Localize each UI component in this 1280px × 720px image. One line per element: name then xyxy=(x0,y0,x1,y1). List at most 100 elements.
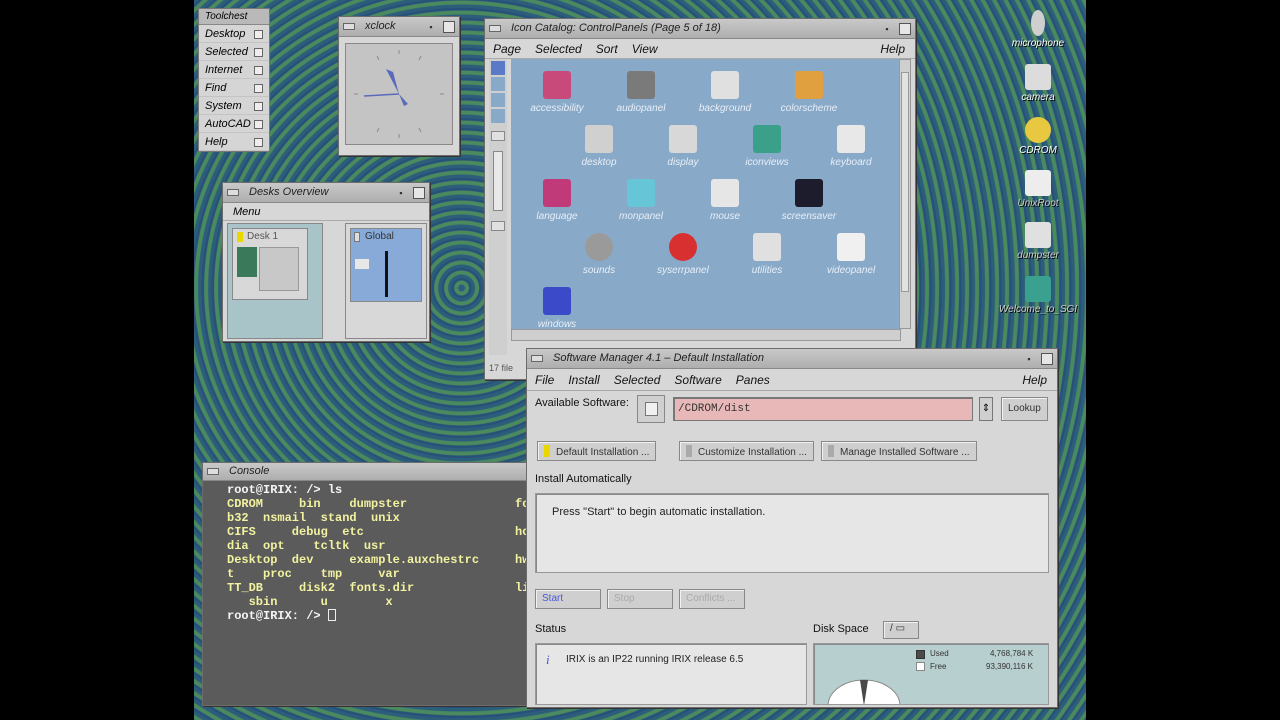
disk-space-heading: Disk Space xyxy=(813,623,869,635)
desktop-icon-cdrom[interactable]: CDROM xyxy=(998,117,1078,156)
icon-screensaver[interactable]: screensaver xyxy=(769,179,849,222)
desks-titlebar[interactable]: Desks Overview ▪ xyxy=(223,183,429,203)
keyboard-icon xyxy=(837,125,865,153)
menu-software[interactable]: Software xyxy=(674,373,721,387)
toolchest-item-internet[interactable]: Internet xyxy=(199,61,269,79)
menu-help[interactable]: Help xyxy=(880,42,905,56)
icon-iconviews[interactable]: iconviews xyxy=(727,125,807,168)
global-mini-window xyxy=(385,251,388,297)
menu-selected[interactable]: Selected xyxy=(614,373,661,387)
toolchest-item-find[interactable]: Find xyxy=(199,79,269,97)
default-installation-tab[interactable]: Default Installation ... xyxy=(537,441,657,461)
icon-desktop[interactable]: desktop xyxy=(559,125,639,168)
icon-language[interactable]: language xyxy=(517,179,597,222)
icon-videopanel[interactable]: videopanel xyxy=(811,233,891,276)
icon-label: syserrpanel xyxy=(657,265,709,276)
folder-browse-button[interactable] xyxy=(637,395,665,423)
icon-syserrpanel[interactable]: syserrpanel xyxy=(643,233,723,276)
lookup-button[interactable]: Lookup xyxy=(1001,397,1048,421)
maximize-button[interactable] xyxy=(413,187,425,199)
minimize-button[interactable]: ▪ xyxy=(425,21,437,33)
window-menu-button[interactable] xyxy=(489,25,501,32)
source-history-button[interactable]: ⇕ xyxy=(979,397,993,421)
zoom-button[interactable] xyxy=(491,131,505,141)
icon-monpanel[interactable]: monpanel xyxy=(601,179,681,222)
zoom-slider[interactable] xyxy=(493,151,503,211)
console-titlebar[interactable]: Console xyxy=(203,463,531,481)
toolchest-item-system[interactable]: System xyxy=(199,97,269,115)
desktop-icon-dumpster[interactable]: dumpster xyxy=(998,222,1078,261)
icon-utilities[interactable]: utilities xyxy=(727,233,807,276)
iconviews-icon xyxy=(753,125,781,153)
maximize-button[interactable] xyxy=(899,23,911,35)
desk-1-area[interactable]: Desk 1 xyxy=(227,223,323,339)
menu-file[interactable]: File xyxy=(535,373,554,387)
conflicts-button[interactable]: Conflicts ... xyxy=(679,589,745,609)
info-icon: i xyxy=(546,652,550,667)
toolchest-item-desktop[interactable]: Desktop xyxy=(199,25,269,43)
horizontal-scrollbar[interactable] xyxy=(511,329,901,341)
desktop-icon-unixroot[interactable]: UnixRoot xyxy=(998,170,1078,209)
console-line: Desktop dev example.auxchestrc hw xyxy=(227,553,530,567)
icon-label: dumpster xyxy=(1017,250,1059,261)
icon-catalog-titlebar[interactable]: Icon Catalog: ControlPanels (Page 5 of 1… xyxy=(485,19,915,39)
manage-installed-tab[interactable]: Manage Installed Software ... xyxy=(821,441,977,461)
vertical-scrollbar[interactable] xyxy=(899,59,911,329)
page-tab[interactable] xyxy=(491,109,505,123)
console-output[interactable]: root@IRIX: /> ls CDROM bin dumpster font… xyxy=(203,481,544,705)
menu-view[interactable]: View xyxy=(632,42,658,56)
xclock-titlebar[interactable]: xclock ▪ xyxy=(339,17,459,37)
global-desk-area[interactable]: Global xyxy=(345,223,427,339)
maximize-button[interactable] xyxy=(1041,353,1053,365)
start-button[interactable]: Start xyxy=(535,589,601,609)
customize-installation-tab[interactable]: Customize Installation ... xyxy=(679,441,814,461)
menu-sort[interactable]: Sort xyxy=(596,42,618,56)
page-tab[interactable] xyxy=(491,77,505,91)
window-menu-button[interactable] xyxy=(227,189,239,196)
minimize-button[interactable]: ▪ xyxy=(1023,353,1035,365)
desktop-icon-welcome[interactable]: Welcome_to_SGI xyxy=(998,276,1078,315)
welcome-icon xyxy=(1025,276,1051,302)
icon-accessibility[interactable]: accessibility xyxy=(517,71,597,114)
page-tab[interactable] xyxy=(491,93,505,107)
toolchest-item-help[interactable]: Help xyxy=(199,133,269,151)
menu-panes[interactable]: Panes xyxy=(736,373,770,387)
toolchest-title: Toolchest xyxy=(199,9,269,25)
icon-colorscheme[interactable]: colorscheme xyxy=(769,71,849,114)
global-desk-thumbnail[interactable]: Global xyxy=(350,228,422,302)
toolchest-item-selected[interactable]: Selected xyxy=(199,43,269,61)
icon-mouse[interactable]: mouse xyxy=(685,179,765,222)
window-menu-button[interactable] xyxy=(531,355,543,362)
software-manager-titlebar[interactable]: Software Manager 4.1 – Default Installat… xyxy=(527,349,1057,369)
icon-audiopanel[interactable]: audiopanel xyxy=(601,71,681,114)
menu-selected[interactable]: Selected xyxy=(535,42,582,56)
icon-background[interactable]: background xyxy=(685,71,765,114)
icon-sounds[interactable]: sounds xyxy=(559,233,639,276)
window-menu-button[interactable] xyxy=(343,23,355,30)
scrollbar-thumb[interactable] xyxy=(901,72,909,292)
page-tab-active[interactable] xyxy=(491,61,505,75)
disk-selector[interactable]: / ▭ xyxy=(883,621,919,639)
desktop-icon-camera[interactable]: camera xyxy=(998,64,1078,103)
icon-windows[interactable]: windows xyxy=(517,287,597,330)
menu-page[interactable]: Page xyxy=(493,42,521,56)
window-menu-button[interactable] xyxy=(207,468,219,475)
icon-keyboard[interactable]: keyboard xyxy=(811,125,891,168)
menu-install[interactable]: Install xyxy=(568,373,599,387)
desks-menu[interactable]: Menu xyxy=(223,203,429,221)
minimize-button[interactable]: ▪ xyxy=(395,187,407,199)
menu-help[interactable]: Help xyxy=(1022,373,1047,387)
toolchest-item-autocad[interactable]: AutoCAD xyxy=(199,115,269,133)
icon-display[interactable]: display xyxy=(643,125,723,168)
syserrpanel-icon xyxy=(669,233,697,261)
stop-button[interactable]: Stop xyxy=(607,589,673,609)
source-location-field[interactable]: /CDROM/dist xyxy=(673,397,973,421)
disk-usage-pie xyxy=(827,679,901,704)
minimize-button[interactable]: ▪ xyxy=(881,23,893,35)
zoom-button[interactable] xyxy=(491,221,505,231)
desk-1-thumbnail[interactable]: Desk 1 xyxy=(232,228,308,300)
maximize-button[interactable] xyxy=(443,21,455,33)
console-line: b32 nsmail stand unix xyxy=(227,511,400,525)
clock-face xyxy=(345,43,453,145)
desktop-icon-microphone[interactable]: microphone xyxy=(998,10,1078,49)
